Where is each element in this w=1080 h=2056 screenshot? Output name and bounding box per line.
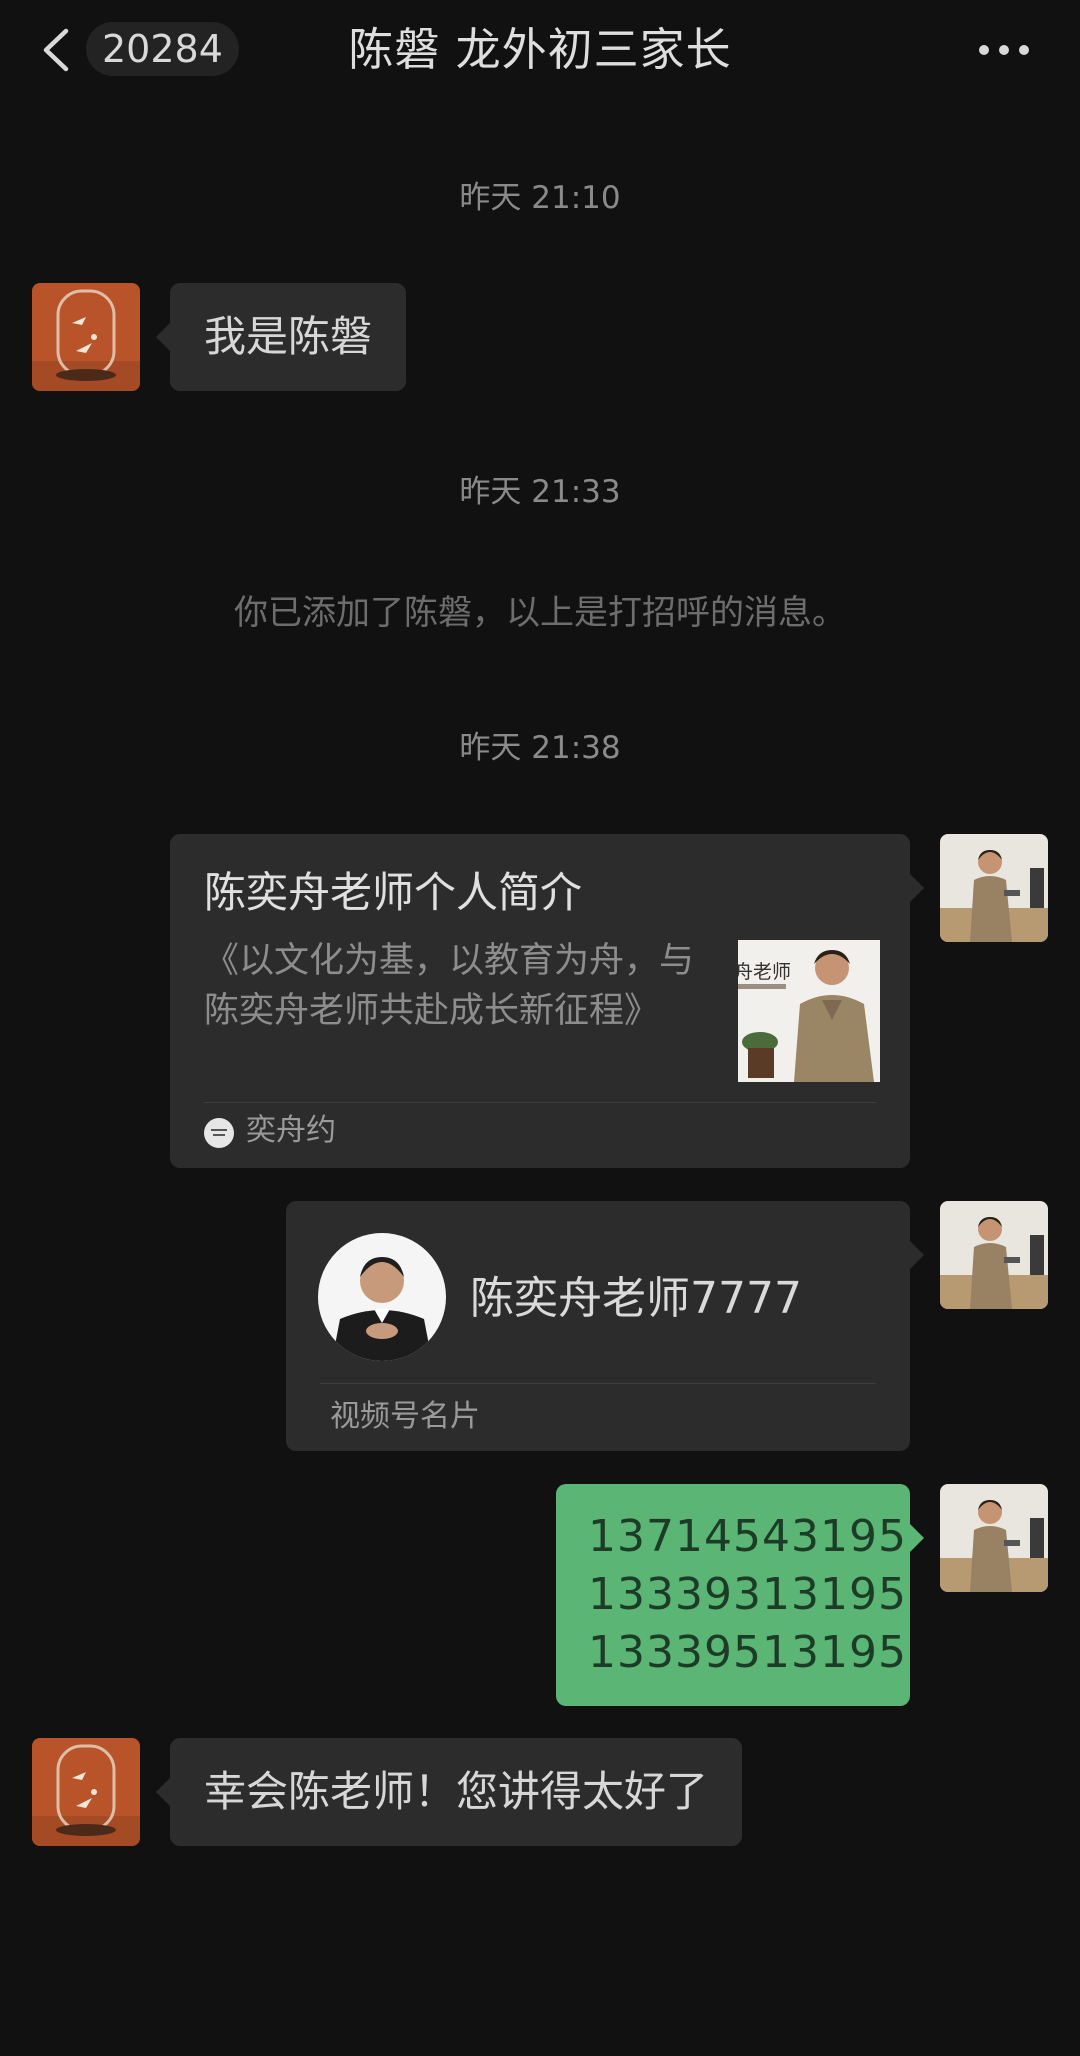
phone-numbers-bubble[interactable]: 13714543195 13339313195 13339513195 (556, 1484, 924, 1706)
article-source-name: 奕舟约 (246, 1113, 336, 1148)
card-divider (204, 1102, 876, 1103)
thumbnail-caption: 舟老师 (738, 961, 791, 983)
article-thumbnail: 舟老师 (738, 940, 880, 1082)
card-type-label: 视频号名片 (330, 1399, 480, 1434)
article-title: 陈奕舟老师个人简介 (204, 868, 583, 917)
video-account-card[interactable]: 陈奕舟老师7777 视频号名片 (286, 1201, 924, 1451)
message-bubble[interactable]: 我是陈磐 (155, 283, 407, 391)
timestamp: 昨天 21:10 (459, 180, 621, 216)
chat-title: 陈磐 龙外初三家长 (348, 23, 732, 76)
profile-avatar (318, 1233, 446, 1361)
message-text: 我是陈磐 (204, 312, 373, 361)
card-divider (320, 1383, 876, 1384)
article-description: 《以文化为基，以教育为舟，与陈奕舟老师共赴成长新征程》 (204, 941, 695, 1031)
article-link-card[interactable]: 陈奕舟老师个人简介 《以文化为基，以教育为舟，与陈奕舟老师共赴成长新征程》 舟老… (170, 834, 924, 1168)
system-notice: 你已添加了陈磐，以上是打招呼的消息。 (234, 593, 846, 633)
my-avatar[interactable] (940, 1484, 1048, 1592)
phone-number[interactable]: 13339313195 (588, 1566, 906, 1624)
profile-name: 陈奕舟老师7777 (470, 1273, 802, 1324)
message-text: 幸会陈老师！您讲得太好了 (204, 1767, 709, 1816)
my-avatar[interactable] (940, 834, 1048, 942)
chat-header: 20284 陈磐 龙外初三家长 (0, 0, 1080, 100)
phone-number[interactable]: 13714543195 (588, 1508, 906, 1566)
contact-avatar[interactable] (32, 1738, 140, 1846)
source-logo-icon (204, 1118, 234, 1148)
timestamp: 昨天 21:38 (459, 730, 621, 766)
phone-number[interactable]: 13339513195 (588, 1624, 906, 1682)
timestamp: 昨天 21:33 (459, 474, 621, 510)
more-dots-icon[interactable] (976, 38, 1032, 62)
contact-avatar[interactable] (32, 283, 140, 391)
my-avatar[interactable] (940, 1201, 1048, 1309)
message-bubble[interactable]: 幸会陈老师！您讲得太好了 (155, 1738, 743, 1846)
